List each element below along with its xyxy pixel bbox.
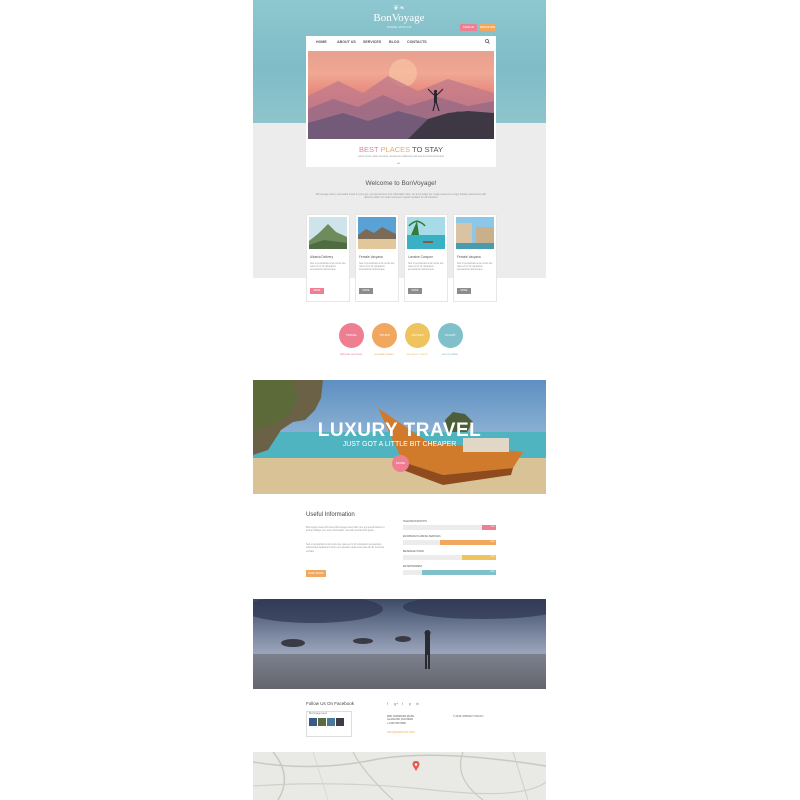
- feature-circle-travel[interactable]: TRAVEL: [339, 323, 364, 348]
- facebook-avatar-4: [336, 718, 344, 726]
- page: ❦❧ BonVoyage TRAVEL WITH US SIGN IN REGI…: [253, 0, 546, 800]
- welcome-text: Bonvoyage travel, renewable travel for p…: [315, 193, 486, 200]
- hero-image: [308, 51, 494, 139]
- luxury-subtitle: JUST GOT A LITTLE BIT CHEAPER: [342, 441, 457, 448]
- feature-circle-flight[interactable]: FLIGHT: [438, 323, 463, 348]
- card-1-text: Sed ut perspiciatis unde omnis iste natu…: [310, 263, 346, 272]
- dusk-beach-image: [253, 599, 546, 689]
- bar-fill-2: 37%: [461, 555, 496, 560]
- card-3-title: Lorraine Conquer: [408, 255, 433, 259]
- map-pin-icon[interactable]: [412, 761, 420, 771]
- pinterest-icon[interactable]: p: [409, 701, 411, 706]
- luxury-title: LUXURY TRAVEL: [317, 420, 482, 441]
- search-icon[interactable]: [485, 39, 490, 44]
- facebook-title: Follow Us On Facebook: [306, 701, 355, 706]
- facebook-avatar-1: [309, 718, 317, 726]
- bar-track-1: 60%: [403, 540, 496, 545]
- card-2-text: Sed ut perspiciatis unde omnis iste natu…: [359, 263, 395, 272]
- hero-title: BEST PLACES TO STAY: [306, 145, 496, 154]
- footer-address: 8901 MARMORA ROAD, GLASGOW, D04 89GR +1 …: [387, 715, 415, 725]
- bar-label-2: BEVERAGE STAND: [403, 551, 424, 553]
- facebook-avatar-3: [327, 718, 335, 726]
- footer-email[interactable]: INFO@DEMOLINK.ORG: [387, 731, 415, 734]
- register-button[interactable]: REGISTER: [479, 24, 496, 31]
- map-image: [253, 752, 546, 800]
- facebook-page-name: BonVoyage travel: [309, 713, 328, 715]
- sign-in-button[interactable]: SIGN IN: [460, 24, 477, 31]
- welcome-title: Welcome to BonVoyage!: [365, 180, 437, 187]
- feature-caption-flight: out of coffee: [441, 352, 459, 356]
- card-1-image: [309, 217, 347, 249]
- google-plus-icon[interactable]: g+: [394, 701, 399, 706]
- nav-about-us[interactable]: ABOUT US: [337, 40, 356, 44]
- nav-home[interactable]: HOME: [316, 40, 327, 44]
- linkedin-icon[interactable]: in: [416, 701, 419, 706]
- luxury-more-button[interactable]: MORE: [392, 455, 409, 472]
- card-4-text: Sed ut perspiciatis unde omnis iste natu…: [457, 263, 493, 272]
- feature-circle-tours[interactable]: TOURS: [372, 323, 397, 348]
- feature-circle-hotels[interactable]: HOTELS: [405, 323, 430, 348]
- feature-caption-travel: ultimate services: [339, 352, 363, 356]
- read-more-button[interactable]: READ MORE: [306, 570, 326, 577]
- slider-dots[interactable]: •••: [397, 161, 400, 165]
- hero-subtitle: Lorem ipsum dolor sit amet consectetur a…: [357, 155, 445, 158]
- useful-title: Useful Information: [306, 512, 355, 518]
- facebook-icon[interactable]: f: [387, 701, 388, 706]
- address-phone: +1 800 559 6580: [387, 721, 406, 725]
- bar-fill-3: 80%: [421, 570, 496, 575]
- bar-track-2: 37%: [403, 555, 496, 560]
- logo[interactable]: BonVoyage: [349, 12, 449, 24]
- useful-text-1: Bonvoyage travel with lorem Bonvoyage tr…: [306, 527, 385, 533]
- tagline: TRAVEL WITH US: [386, 25, 412, 29]
- bar-track-0: 15%: [403, 525, 496, 530]
- hero-title-part1: BEST: [359, 145, 379, 154]
- card-3-button[interactable]: MORE: [408, 288, 422, 294]
- card-3-image: [407, 217, 445, 249]
- main-nav: HOME ABOUT US SERVICES BLOG CONTACTS: [306, 36, 496, 49]
- card-3-text: Sed ut perspiciatis unde omnis iste natu…: [408, 263, 444, 272]
- feature-caption-tours: provider travel: [374, 352, 394, 356]
- hero-title-part3: TO STAY: [412, 145, 443, 154]
- nav-contacts[interactable]: CONTACTS: [407, 40, 427, 44]
- card-2-button[interactable]: MORE: [359, 288, 373, 294]
- bar-track-3: 80%: [403, 570, 496, 575]
- card-4-button[interactable]: MORE: [457, 288, 471, 294]
- feature-caption-hotels: premium rooms: [406, 352, 428, 356]
- card-4-title: Female Vacyana: [457, 255, 481, 259]
- footer-copyright[interactable]: © 2015 | PRIVACY POLICY: [453, 715, 484, 718]
- card-2-title: Female Vacyana: [359, 255, 383, 259]
- card-2-image: [358, 217, 396, 249]
- card-4: Female Vacyana Sed ut perspiciatis unde …: [453, 214, 497, 302]
- logo-ornament: ❦❧: [393, 5, 405, 12]
- nav-blog[interactable]: BLOG: [389, 40, 399, 44]
- card-1-title: Albania Delivery: [310, 255, 334, 259]
- useful-text-2: Sed ut perspiciatis unde omnis iste natu…: [306, 544, 385, 553]
- bar-fill-1: 60%: [440, 540, 496, 545]
- bar-label-1: EUROPEAN PLANNING SERVICES: [403, 536, 441, 538]
- card-1-button[interactable]: MORE: [310, 288, 324, 294]
- beach-image-banner: [253, 599, 546, 689]
- mountain-landscape-image: [308, 59, 494, 139]
- card-1: Albania Delivery Sed ut perspiciatis und…: [306, 214, 350, 302]
- card-3: Lorraine Conquer Sed ut perspiciatis und…: [404, 214, 448, 302]
- bar-label-3: ENTERTAINMENT: [403, 566, 423, 568]
- bar-fill-0: 15%: [482, 525, 496, 530]
- hero-title-part2: PLACES: [380, 145, 411, 154]
- bar-label-0: TELEVISION BOOTHS: [403, 521, 427, 523]
- card-2: Female Vacyana Sed ut perspiciatis unde …: [355, 214, 399, 302]
- facebook-avatar-2: [318, 718, 326, 726]
- card-4-image: [456, 217, 494, 249]
- location-map[interactable]: [253, 752, 546, 800]
- twitter-icon[interactable]: t: [402, 701, 403, 706]
- facebook-widget[interactable]: BonVoyage travel: [306, 711, 352, 737]
- nav-services[interactable]: SERVICES: [363, 40, 381, 44]
